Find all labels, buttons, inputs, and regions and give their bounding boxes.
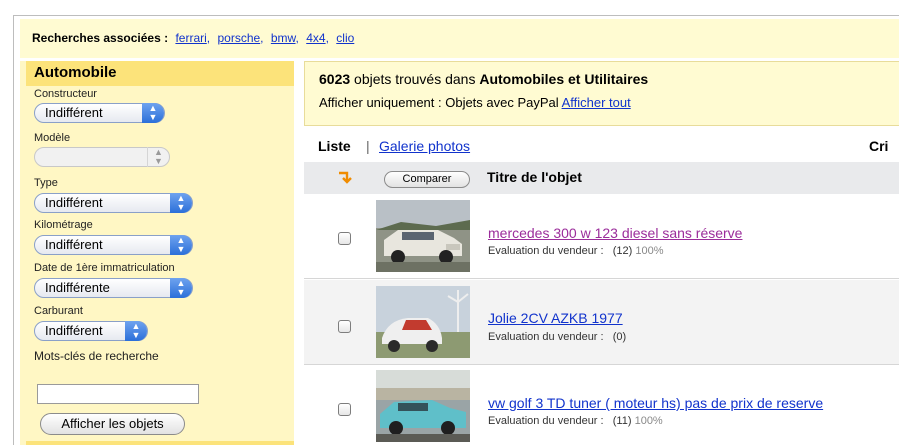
item-title-link[interactable]: Jolie 2CV AZKB 1977 (488, 310, 623, 326)
chevron-updown-icon: ▲ ▼ (170, 193, 192, 213)
chevron-updown-icon: ▲ ▼ (170, 235, 192, 255)
results-count-text: objets trouvés dans (350, 71, 480, 87)
results-summary: 6023 objets trouvés dans Automobiles et … (304, 61, 899, 126)
chevron-updown-icon: ▲ ▼ (142, 103, 164, 123)
related-searches-bar: Recherches associées : ferrari, porsche,… (20, 19, 899, 58)
results-count-line: 6023 objets trouvés dans Automobiles et … (319, 71, 648, 87)
related-searches-label: Recherches associées : (32, 31, 169, 45)
related-link-4x4[interactable]: 4x4 (306, 31, 325, 45)
item-title-link[interactable]: mercedes 300 w 123 diesel sans réserve (488, 225, 742, 241)
carburant-label: Carburant (34, 305, 83, 317)
type-value: Indifférent (45, 195, 103, 210)
immatriculation-select[interactable]: Indifférente ▲ ▼ (34, 278, 193, 298)
type-label: Type (34, 177, 58, 189)
item-thumbnail-golf[interactable] (376, 370, 470, 442)
results-category: Automobiles et Utilitaires (479, 71, 649, 87)
modele-label: Modèle (34, 132, 71, 144)
view-toggle-bar: Liste | Galerie photos Cri (304, 135, 899, 157)
table-row: mercedes 300 w 123 diesel sans réserve E… (304, 194, 899, 279)
seller-rating: Evaluation du vendeur : (11) 100% (488, 415, 663, 427)
carburant-value: Indifférent (45, 323, 103, 338)
table-row: Jolie 2CV AZKB 1977 Evaluation du vendeu… (304, 280, 899, 365)
row-checkbox[interactable] (338, 232, 351, 245)
results-count: 6023 (319, 71, 351, 87)
immatriculation-label: Date de 1ère immatriculation (34, 262, 175, 274)
sidebar-heading: Automobile (26, 61, 294, 86)
kilometrage-label: Kilométrage (34, 219, 93, 231)
row-checkbox[interactable] (338, 403, 351, 416)
chevron-updown-icon: ▲ ▼ (170, 278, 192, 298)
table-row: vw golf 3 TD tuner ( moteur hs) pas de p… (304, 366, 899, 445)
item-title-link[interactable]: vw golf 3 TD tuner ( moteur hs) pas de p… (488, 395, 823, 411)
compare-button[interactable]: Comparer (384, 171, 470, 188)
search-results-page: Recherches associées : ferrari, porsche,… (13, 15, 899, 445)
view-separator: | (366, 138, 370, 154)
modele-select[interactable]: ▲ ▼ (34, 147, 170, 167)
paypal-filter-text: Afficher uniquement : Objets avec PayPal (319, 95, 562, 110)
constructeur-select[interactable]: Indifférent ▲ ▼ (34, 103, 165, 123)
related-link-bmw[interactable]: bmw (271, 31, 296, 45)
chevron-updown-icon: ▲ ▼ (125, 321, 147, 341)
show-all-link[interactable]: Afficher tout (562, 95, 631, 110)
keywords-label: Mots-clés de recherche (34, 349, 159, 363)
type-select[interactable]: Indifférent ▲ ▼ (34, 193, 193, 213)
paypal-filter-line: Afficher uniquement : Objets avec PayPal… (319, 95, 631, 110)
sort-criteria-label: Cri (869, 138, 889, 154)
constructeur-value: Indifférent (45, 105, 103, 120)
related-link-porsche[interactable]: porsche (217, 31, 260, 45)
chevron-updown-icon: ▲ ▼ (147, 147, 169, 167)
gallery-view-link[interactable]: Galerie photos (379, 135, 470, 157)
table-header: Comparer Titre de l'objet (304, 162, 899, 194)
keywords-input[interactable] (37, 384, 199, 404)
sort-arrow-icon[interactable] (336, 169, 352, 185)
results-panel: 6023 objets trouvés dans Automobiles et … (304, 61, 899, 445)
immatriculation-value: Indifférente (45, 280, 110, 295)
filter-sidebar: Automobile Constructeur Indifférent ▲ ▼ M… (20, 61, 294, 445)
carburant-select[interactable]: Indifférent ▲ ▼ (34, 321, 148, 341)
related-link-ferrari[interactable]: ferrari (175, 31, 206, 45)
constructeur-label: Constructeur (34, 88, 97, 100)
item-thumbnail-mercedes[interactable] (376, 200, 470, 272)
seller-rating: Evaluation du vendeur : (0) (488, 331, 627, 343)
title-column-header: Titre de l'objet (487, 169, 582, 185)
list-view-label: Liste (318, 138, 351, 154)
seller-rating: Evaluation du vendeur : (12) 100% (488, 245, 664, 257)
kilometrage-value: Indifférent (45, 237, 103, 252)
row-checkbox[interactable] (338, 320, 351, 333)
show-items-button[interactable]: Afficher les objets (40, 413, 185, 435)
item-thumbnail-2cv[interactable] (376, 286, 470, 358)
related-link-clio[interactable]: clio (336, 31, 354, 45)
sidebar-next-section (26, 441, 294, 445)
kilometrage-select[interactable]: Indifférent ▲ ▼ (34, 235, 193, 255)
